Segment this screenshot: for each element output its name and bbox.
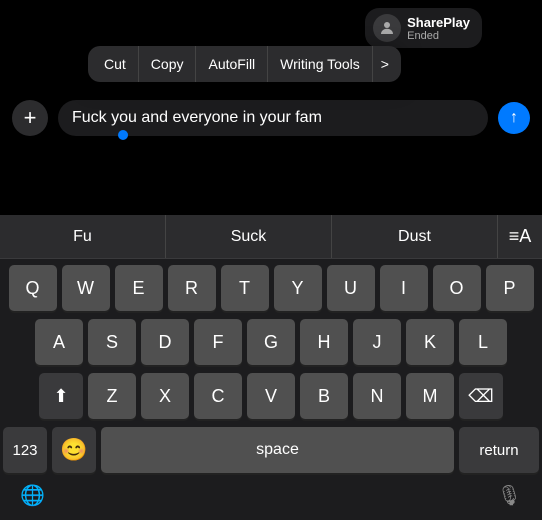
key-row-1: Q W E R T Y U I O P <box>3 265 539 311</box>
context-menu-autofill[interactable]: AutoFill <box>196 46 268 82</box>
key-y[interactable]: Y <box>274 265 322 311</box>
autocorrect-settings[interactable]: ≡A <box>498 226 542 247</box>
context-menu-writing-tools[interactable]: Writing Tools <box>268 46 373 82</box>
cursor-dot <box>118 130 128 140</box>
shareplay-text: SharePlay Ended <box>407 15 470 42</box>
key-u[interactable]: U <box>327 265 375 311</box>
key-x[interactable]: X <box>141 373 189 419</box>
key-a[interactable]: A <box>35 319 83 365</box>
input-area: + Fuck you and everyone in your fam ↑ <box>0 92 542 144</box>
return-key[interactable]: return <box>459 427 539 473</box>
key-g[interactable]: G <box>247 319 295 365</box>
send-button[interactable]: ↑ <box>498 102 530 134</box>
add-button[interactable]: + <box>12 100 48 136</box>
shareplay-subtitle: Ended <box>407 30 470 42</box>
key-o[interactable]: O <box>433 265 481 311</box>
key-n[interactable]: N <box>353 373 401 419</box>
key-rows: Q W E R T Y U I O P A S D F G H J K L ⬆ … <box>0 259 542 423</box>
bottom-row: 123 😊 space return <box>0 423 542 479</box>
key-q[interactable]: Q <box>9 265 57 311</box>
context-menu-copy[interactable]: Copy <box>139 46 197 82</box>
key-z[interactable]: Z <box>88 373 136 419</box>
context-menu-cut[interactable]: Cut <box>92 46 139 82</box>
autocorrect-bar: Fu Suck Dust ≡A <box>0 215 542 259</box>
key-i[interactable]: I <box>380 265 428 311</box>
key-f[interactable]: F <box>194 319 242 365</box>
globe-key[interactable]: 🌐 <box>20 483 45 508</box>
key-e[interactable]: E <box>115 265 163 311</box>
shareplay-avatar <box>373 14 401 42</box>
message-input-container[interactable]: Fuck you and everyone in your fam <box>58 100 488 136</box>
key-t[interactable]: T <box>221 265 269 311</box>
message-input-text: Fuck you and everyone in your fam <box>72 109 474 127</box>
key-v[interactable]: V <box>247 373 295 419</box>
key-h[interactable]: H <box>300 319 348 365</box>
key-m[interactable]: M <box>406 373 454 419</box>
space-key[interactable]: space <box>101 427 454 473</box>
context-menu: Cut Copy AutoFill Writing Tools > <box>88 46 401 82</box>
autocorrect-fu[interactable]: Fu <box>0 215 166 258</box>
numbers-key[interactable]: 123 <box>3 427 47 473</box>
shareplay-title: SharePlay <box>407 15 470 30</box>
autocorrect-suck[interactable]: Suck <box>166 215 332 258</box>
key-c[interactable]: C <box>194 373 242 419</box>
backspace-key[interactable]: ⌫ <box>459 373 503 419</box>
key-l[interactable]: L <box>459 319 507 365</box>
globe-row: 🌐 🎙 <box>0 479 542 516</box>
key-row-3: ⬆ Z X C V B N M ⌫ <box>3 373 539 419</box>
mic-key[interactable]: 🎙 <box>497 483 522 508</box>
emoji-key[interactable]: 😊 <box>52 427 96 473</box>
shareplay-bubble: SharePlay Ended <box>365 8 482 48</box>
keyboard: Fu Suck Dust ≡A Q W E R T Y U I O P A S … <box>0 215 542 520</box>
key-d[interactable]: D <box>141 319 189 365</box>
key-j[interactable]: J <box>353 319 401 365</box>
key-k[interactable]: K <box>406 319 454 365</box>
key-r[interactable]: R <box>168 265 216 311</box>
key-s[interactable]: S <box>88 319 136 365</box>
autocorrect-dust[interactable]: Dust <box>332 215 498 258</box>
key-row-2: A S D F G H J K L <box>3 319 539 365</box>
shift-key[interactable]: ⬆ <box>39 373 83 419</box>
context-menu-arrow[interactable]: > <box>373 56 397 72</box>
key-w[interactable]: W <box>62 265 110 311</box>
key-p[interactable]: P <box>486 265 534 311</box>
key-b[interactable]: B <box>300 373 348 419</box>
